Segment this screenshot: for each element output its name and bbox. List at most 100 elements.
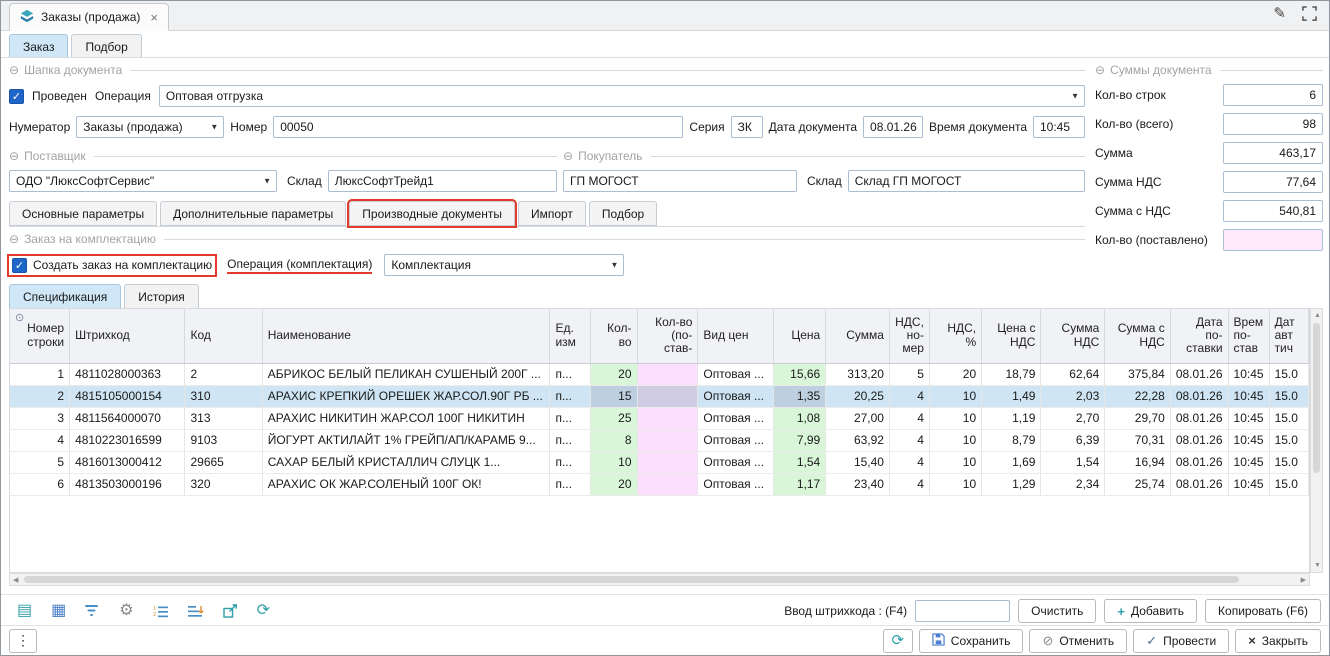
cell-unit[interactable]: п... (550, 451, 591, 473)
number-input[interactable]: 00050 (273, 116, 683, 138)
cell-price-with-vat[interactable]: 1,19 (982, 407, 1041, 429)
cell-auto-date[interactable]: 15.0 (1269, 407, 1308, 429)
cell-barcode[interactable]: 4810223016599 (70, 429, 185, 451)
cell-delivery-time[interactable]: 10:45 (1228, 473, 1269, 495)
scroll-right-icon[interactable]: ▶ (1301, 577, 1306, 584)
collapse-icon[interactable]: ⊖ (9, 149, 19, 163)
cell-line-number[interactable]: 5 (10, 451, 70, 473)
add-button[interactable]: + Добавить (1104, 599, 1197, 623)
cell-price[interactable]: 7,99 (773, 429, 825, 451)
spec-table-row[interactable]: 34811564000070313АРАХИС НИКИТИН ЖАР.СОЛ … (10, 407, 1309, 429)
spec-table-row[interactable]: 5481601300041229665САХАР БЕЛЫЙ КРИСТАЛЛИ… (10, 451, 1309, 473)
cell-vat-percent[interactable]: 20 (929, 363, 981, 385)
cell-delivery-date[interactable]: 08.01.26 (1170, 363, 1228, 385)
fullscreen-icon[interactable] (1302, 6, 1317, 21)
operation-select[interactable]: Оптовая отгрузка ▼ (159, 85, 1085, 107)
supplier-warehouse-input[interactable]: ЛюксСофтТрейд1 (328, 170, 557, 192)
tab-close-icon[interactable]: × (150, 10, 158, 25)
cell-vat-number[interactable]: 4 (889, 407, 929, 429)
spec-table-row[interactable]: 148110280003632АБРИКОС БЕЛЫЙ ПЕЛИКАН СУШ… (10, 363, 1309, 385)
totals-value-field[interactable]: 6 (1223, 84, 1323, 106)
posted-checkbox[interactable]: ✓ (9, 89, 24, 104)
close-button[interactable]: × Закрыть (1235, 629, 1321, 653)
totals-value-field[interactable]: 540,81 (1223, 200, 1323, 222)
column-header-vat-sum[interactable]: Сумма НДС (1041, 309, 1105, 363)
column-header-sum[interactable]: Сумма (826, 309, 890, 363)
column-header-delivery-time[interactable]: Врем по- став (1228, 309, 1269, 363)
scroll-up-icon[interactable]: ▲ (1314, 312, 1321, 319)
column-header-auto-date[interactable]: Дат авт тич (1269, 309, 1308, 363)
cell-vat-number[interactable]: 4 (889, 385, 929, 407)
refresh-button[interactable]: ⟳ (883, 629, 913, 653)
cell-price-type[interactable]: Оптовая ... (698, 363, 773, 385)
cell-vat-sum[interactable]: 6,39 (1041, 429, 1105, 451)
document-tab[interactable]: Заказы (продажа) × (9, 3, 169, 31)
cell-sum[interactable]: 15,40 (826, 451, 890, 473)
column-header-qty[interactable]: Кол-во (591, 309, 637, 363)
column-header-vat-number[interactable]: НДС, но- мер (889, 309, 929, 363)
cell-code[interactable]: 310 (185, 385, 262, 407)
collapse-icon[interactable]: ⊖ (9, 63, 19, 77)
cell-qty[interactable]: 10 (591, 451, 637, 473)
cell-sum[interactable]: 20,25 (826, 385, 890, 407)
cell-unit[interactable]: п... (550, 407, 591, 429)
cell-delivery-time[interactable]: 10:45 (1228, 451, 1269, 473)
more-actions-button[interactable]: ⋮ (9, 629, 37, 653)
column-header-price-type[interactable]: Вид цен (698, 309, 773, 363)
cell-sum-with-vat[interactable]: 16,94 (1105, 451, 1171, 473)
column-header-line-number[interactable]: ⊙Номер строки (10, 309, 70, 363)
cell-price-type[interactable]: Оптовая ... (698, 451, 773, 473)
cell-unit[interactable]: п... (550, 473, 591, 495)
cell-qty-delivered[interactable] (637, 473, 698, 495)
doc-time-input[interactable]: 10:45 (1033, 116, 1085, 138)
cell-price-with-vat[interactable]: 8,79 (982, 429, 1041, 451)
cell-sum[interactable]: 313,20 (826, 363, 890, 385)
cell-code[interactable]: 29665 (185, 451, 262, 473)
cell-name[interactable]: ЙОГУРТ АКТИЛАЙТ 1% ГРЕЙП/АП/КАРАМБ 9... (262, 429, 550, 451)
cell-code[interactable]: 320 (185, 473, 262, 495)
settings-gear-icon[interactable]: ⚙ (119, 603, 133, 619)
cell-barcode[interactable]: 4811028000363 (70, 363, 185, 385)
tab-specification[interactable]: Спецификация (9, 284, 121, 308)
cell-line-number[interactable]: 1 (10, 363, 70, 385)
cell-delivery-date[interactable]: 08.01.26 (1170, 429, 1228, 451)
cell-auto-date[interactable]: 15.0 (1269, 429, 1308, 451)
grid-menu-icon[interactable]: ⊙ (15, 312, 24, 324)
refresh-table-icon[interactable]: ⟳ (257, 603, 270, 619)
view-list-icon[interactable]: ▤ (17, 603, 32, 619)
copy-button[interactable]: Копировать (F6) (1205, 599, 1321, 623)
numerator-select[interactable]: Заказы (продажа) ▼ (76, 116, 224, 138)
scroll-left-icon[interactable]: ◀ (13, 577, 18, 584)
cell-sum-with-vat[interactable]: 22,28 (1105, 385, 1171, 407)
cell-qty[interactable]: 8 (591, 429, 637, 451)
cell-delivery-time[interactable]: 10:45 (1228, 385, 1269, 407)
cell-qty[interactable]: 20 (591, 363, 637, 385)
cell-vat-sum[interactable]: 1,54 (1041, 451, 1105, 473)
cell-line-number[interactable]: 6 (10, 473, 70, 495)
cell-vat-percent[interactable]: 10 (929, 407, 981, 429)
cell-name[interactable]: АБРИКОС БЕЛЫЙ ПЕЛИКАН СУШЕНЫЙ 200Г ... (262, 363, 550, 385)
horizontal-scroll-thumb[interactable] (24, 576, 1239, 583)
collapse-icon[interactable]: ⊖ (563, 149, 573, 163)
save-button[interactable]: Сохранить (919, 629, 1024, 653)
cell-vat-sum[interactable]: 2,34 (1041, 473, 1105, 495)
tab-selection[interactable]: Подбор (589, 201, 657, 226)
column-header-price-with-vat[interactable]: Цена с НДС (982, 309, 1041, 363)
cell-sum-with-vat[interactable]: 70,31 (1105, 429, 1171, 451)
cell-vat-percent[interactable]: 10 (929, 429, 981, 451)
column-header-price[interactable]: Цена (773, 309, 825, 363)
cell-delivery-time[interactable]: 10:45 (1228, 407, 1269, 429)
clear-button[interactable]: Очистить (1018, 599, 1096, 623)
cell-vat-sum[interactable]: 2,70 (1041, 407, 1105, 429)
export-icon[interactable] (223, 604, 238, 618)
cell-qty[interactable]: 15 (591, 385, 637, 407)
doc-date-input[interactable]: 08.01.26 (863, 116, 923, 138)
cell-qty-delivered[interactable] (637, 451, 698, 473)
cell-name[interactable]: АРАХИС НИКИТИН ЖАР.СОЛ 100Г НИКИТИН (262, 407, 550, 429)
view-grid-icon[interactable]: ▦ (51, 603, 66, 619)
column-header-unit[interactable]: Ед. изм (550, 309, 591, 363)
cell-price[interactable]: 1,17 (773, 473, 825, 495)
column-header-qty-delivered[interactable]: Кол-во (по- став- (637, 309, 698, 363)
cell-sum[interactable]: 27,00 (826, 407, 890, 429)
cell-vat-percent[interactable]: 10 (929, 451, 981, 473)
